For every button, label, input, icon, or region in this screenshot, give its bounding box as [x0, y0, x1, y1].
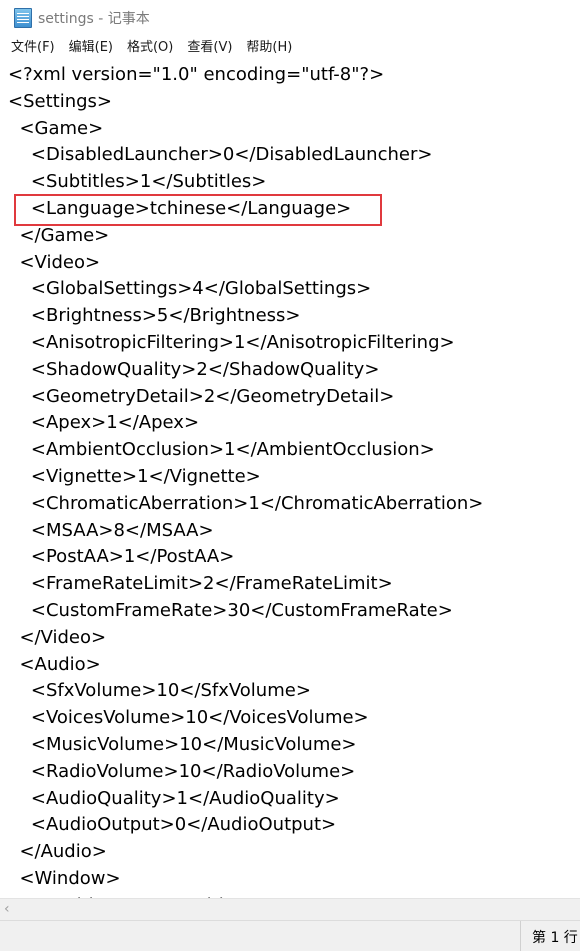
text-line: <Game>	[8, 117, 104, 139]
text-line: <PostAA>1</PostAA>	[8, 546, 235, 568]
text-line: <VoicesVolume>10</VoicesVolume>	[8, 707, 369, 729]
text-line: <CustomFrameRate>30</CustomFrameRate>	[8, 600, 453, 621]
text-line: </Game>	[8, 224, 110, 246]
menu-format[interactable]: 格式(O)	[122, 37, 178, 59]
window-title: settings - 记事本	[38, 11, 150, 27]
scroll-left-arrow-icon[interactable]: ‹	[4, 901, 10, 917]
cursor-position: 第 1 行	[532, 930, 578, 946]
text-line: <Audio>	[8, 653, 101, 675]
text-line: </Audio>	[8, 841, 107, 863]
menu-view[interactable]: 查看(V)	[182, 37, 237, 59]
status-divider	[520, 921, 521, 951]
status-bar: 第 1 行	[0, 920, 580, 951]
text-line: <Settings>	[8, 90, 112, 112]
text-line: <Subtitles>1</Subtitles>	[8, 171, 267, 193]
menu-edit[interactable]: 编辑(E)	[64, 37, 118, 59]
text-line: <?xml version="1.0" encoding="utf-8"?>	[8, 64, 385, 85]
notepad-icon	[14, 8, 32, 28]
text-line: <MSAA>8</MSAA>	[8, 519, 214, 541]
text-line: <GlobalSettings>4</GlobalSettings>	[8, 278, 372, 300]
menu-help[interactable]: 帮助(H)	[241, 37, 297, 59]
text-line: <Language>tchinese</Language>	[8, 198, 352, 219]
title-bar: settings - 记事本	[0, 0, 580, 36]
text-line: <AudioQuality>1</AudioQuality>	[8, 787, 340, 809]
text-line: <RadioVolume>10</RadioVolume>	[8, 760, 356, 782]
text-line: <Window>	[8, 868, 121, 889]
text-line: <DisabledLauncher>0</DisabledLauncher>	[8, 144, 433, 166]
text-line: <SfxVolume>10</SfxVolume>	[8, 680, 311, 702]
text-line: <AudioOutput>0</AudioOutput>	[8, 814, 337, 836]
text-line: <ShadowQuality>2</ShadowQuality>	[8, 358, 380, 380]
menu-file[interactable]: 文件(F)	[6, 37, 60, 59]
text-line: <ChromaticAberration>1</ChromaticAberrat…	[8, 492, 484, 514]
text-line: <AnisotropicFiltering>1</AnisotropicFilt…	[8, 332, 455, 353]
text-line: <AmbientOcclusion>1</AmbientOcclusion>	[8, 439, 435, 461]
menu-bar: 文件(F) 编辑(E) 格式(O) 查看(V) 帮助(H)	[0, 36, 580, 60]
text-line: <MusicVolume>10</MusicVolume>	[8, 734, 357, 755]
text-line: <GeometryDetail>2</GeometryDetail>	[8, 385, 395, 407]
text-line: </Video>	[8, 626, 107, 648]
text-line: <Vignette>1</Vignette>	[8, 466, 261, 487]
text-line: <Video>	[8, 251, 101, 273]
text-editor[interactable]: <?xml version="1.0" encoding="utf-8"?> <S…	[0, 60, 580, 898]
text-line: <FrameRateLimit>2</FrameRateLimit>	[8, 573, 393, 595]
text-line: <Apex>1</Apex>	[8, 412, 200, 434]
text-line: <Brightness>5</Brightness>	[8, 305, 301, 327]
horizontal-scrollbar[interactable]: ‹	[0, 898, 580, 921]
